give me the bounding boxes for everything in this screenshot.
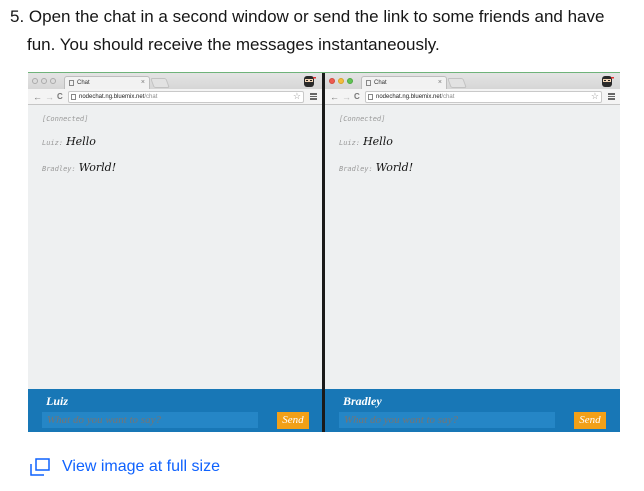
url-host: nodechat.ng.bluemix.net: [79, 94, 145, 100]
tab-title: Chat: [374, 80, 387, 86]
url-path: /chat: [441, 94, 455, 100]
chat-message: Luiz: Hello: [339, 135, 393, 148]
current-username: Luiz: [46, 394, 69, 408]
connection-status: [Connected]: [42, 115, 89, 123]
view-full-size-label: View image at full size: [62, 458, 220, 475]
new-tab-button[interactable]: [150, 78, 170, 88]
ninja-profile-icon[interactable]: [600, 74, 614, 88]
tab-chat[interactable]: Chat ×: [361, 76, 447, 89]
url-path: /chat: [144, 94, 158, 100]
screenshot-image: Chat × ← → C nodechat.ng.bluemix.net/cha…: [28, 72, 620, 432]
tab-close-icon[interactable]: ×: [141, 77, 145, 89]
address-bar: ← → C nodechat.ng.bluemix.net/chat ☆: [325, 89, 620, 105]
zoom-window-button[interactable]: [50, 78, 56, 84]
message-text: Hello: [66, 135, 96, 148]
step-text-line-2: fun. You should receive the messages ins…: [27, 35, 440, 54]
url-field[interactable]: nodechat.ng.bluemix.net/chat ☆: [68, 91, 304, 103]
reload-icon[interactable]: C: [57, 90, 63, 104]
message-text: World!: [375, 161, 414, 174]
chat-message: Bradley: World!: [42, 161, 116, 174]
close-window-button[interactable]: [329, 78, 335, 84]
send-button[interactable]: Send: [574, 412, 606, 429]
browser-window-right: Chat × ← → C nodechat.ng.bluemix.net/cha…: [325, 73, 620, 432]
message-text: World!: [78, 161, 117, 174]
back-icon[interactable]: ←: [33, 90, 42, 104]
instruction-step: 5. Open the chat in a second window or s…: [10, 3, 630, 59]
expand-image-icon: [30, 458, 50, 476]
chat-log: [Connected] Luiz: Hello Bradley: World!: [325, 106, 620, 389]
message-input[interactable]: [42, 412, 258, 428]
message-text: Hello: [363, 135, 393, 148]
bookmark-star-icon[interactable]: ☆: [293, 91, 301, 101]
page-icon: [366, 80, 371, 86]
chat-message: Bradley: World!: [339, 161, 413, 174]
tab-close-icon[interactable]: ×: [438, 77, 442, 89]
page-icon: [69, 80, 74, 86]
chat-log: [Connected] Luiz: Hello Bradley: World!: [28, 106, 322, 389]
message-author: Bradley:: [339, 165, 373, 173]
window-controls: [329, 78, 353, 84]
address-bar: ← → C nodechat.ng.bluemix.net/chat ☆: [28, 89, 322, 105]
forward-icon[interactable]: →: [45, 90, 54, 104]
url-field[interactable]: nodechat.ng.bluemix.net/chat ☆: [365, 91, 602, 103]
tab-chat[interactable]: Chat ×: [64, 76, 150, 89]
bookmark-star-icon[interactable]: ☆: [591, 91, 599, 101]
url-host: nodechat.ng.bluemix.net: [376, 94, 442, 100]
chat-message: Luiz: Hello: [42, 135, 96, 148]
ninja-profile-icon[interactable]: [302, 74, 316, 88]
tab-title: Chat: [77, 80, 90, 86]
back-icon[interactable]: ←: [330, 90, 339, 104]
close-window-button[interactable]: [32, 78, 38, 84]
forward-icon[interactable]: →: [342, 90, 351, 104]
message-input[interactable]: [339, 412, 555, 428]
tab-bar: Chat ×: [325, 73, 620, 89]
hamburger-menu-icon[interactable]: [608, 93, 615, 100]
minimize-window-button[interactable]: [41, 78, 47, 84]
browser-window-left: Chat × ← → C nodechat.ng.bluemix.net/cha…: [28, 73, 322, 432]
reload-icon[interactable]: C: [354, 90, 360, 104]
step-text-line-1: Open the chat in a second window or send…: [28, 7, 605, 26]
window-controls: [32, 78, 56, 84]
tab-bar: Chat ×: [28, 73, 322, 89]
minimize-window-button[interactable]: [338, 78, 344, 84]
chat-footer: Bradley Send: [325, 389, 620, 432]
message-author: Luiz:: [339, 139, 361, 147]
message-author: Bradley:: [42, 165, 76, 173]
zoom-window-button[interactable]: [347, 78, 353, 84]
view-full-size-link[interactable]: View image at full size: [30, 456, 220, 478]
step-number: 5.: [10, 7, 25, 26]
chat-footer: Luiz Send: [28, 389, 322, 432]
page-icon: [71, 94, 76, 100]
send-button[interactable]: Send: [277, 412, 309, 429]
connection-status: [Connected]: [339, 115, 386, 123]
page-icon: [368, 94, 373, 100]
new-tab-button[interactable]: [447, 78, 467, 88]
message-author: Luiz:: [42, 139, 64, 147]
hamburger-menu-icon[interactable]: [310, 93, 317, 100]
current-username: Bradley: [343, 394, 382, 408]
